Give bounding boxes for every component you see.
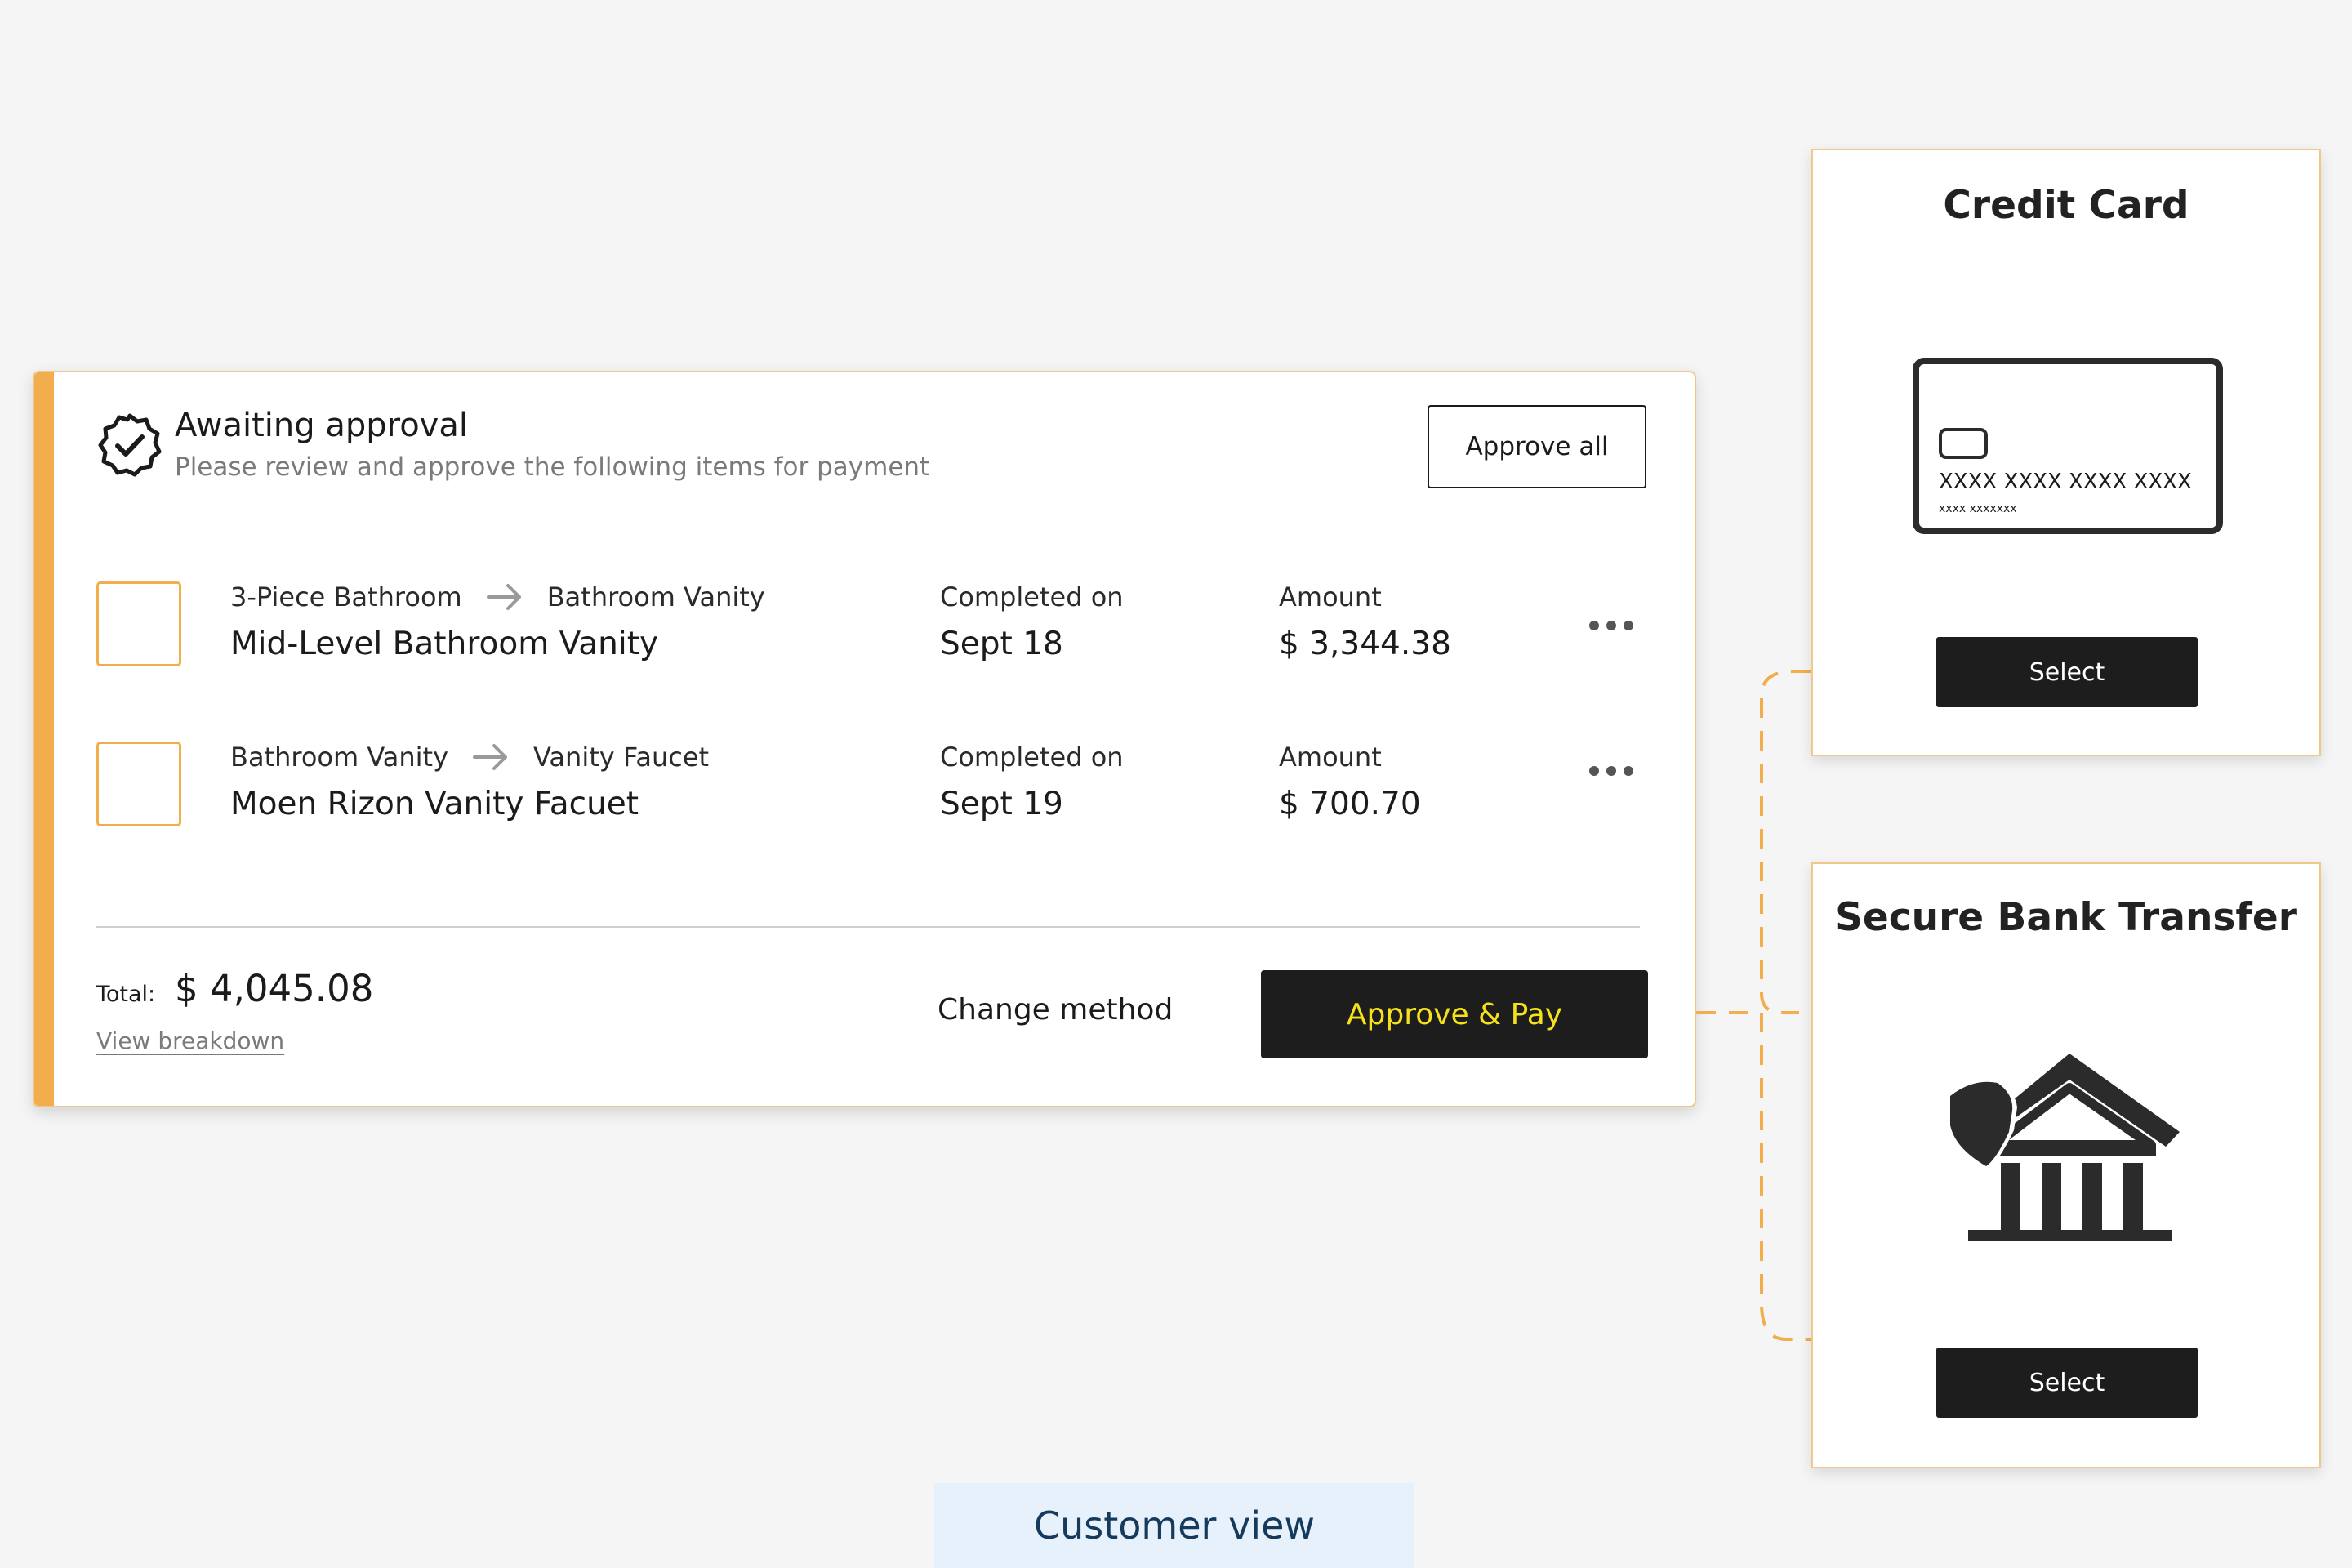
verified-badge-icon [98,413,162,477]
breadcrumb-to: Vanity Faucet [533,742,710,773]
completed-label: Completed on [940,742,1124,773]
completed-date: Sept 19 [940,786,1063,822]
credit-card-option: Credit Card XXXX XXXX XXXX XXXX xxxx xxx… [1811,149,2321,756]
card-number: XXXX XXXX XXXX XXXX [1939,470,2192,494]
item-name: Mid-Level Bathroom Vanity [230,626,659,662]
bank-transfer-title: Secure Bank Transfer [1835,895,2297,940]
more-options-icon[interactable] [1588,763,1635,779]
item-name: Moen Rizon Vanity Facuet [230,786,639,822]
arrow-right-icon [486,584,521,610]
card-accent-bar [34,372,54,1106]
amount-label: Amount [1279,742,1382,773]
view-label-badge: Customer view [934,1483,1414,1568]
total-label: Total: [96,982,156,1007]
breadcrumb: Bathroom Vanity Vanity Faucet [230,742,709,773]
bank-transfer-option: Secure Bank Transfer Select [1811,862,2321,1468]
method-connector-lines [1696,670,1811,1341]
breadcrumb-to: Bathroom Vanity [546,581,765,612]
approve-all-button[interactable]: Approve all [1428,405,1646,488]
amount-label: Amount [1279,581,1382,612]
amount-value: $ 3,344.38 [1279,626,1451,662]
page-subtitle: Please review and approve the following … [175,452,930,482]
select-credit-card-button[interactable]: Select [1936,637,2198,707]
list-item: Bathroom Vanity Vanity Faucet Moen Rizon… [34,742,1695,840]
divider [96,926,1640,928]
breadcrumb-from: Bathroom Vanity [230,742,449,773]
list-item: 3-Piece Bathroom Bathroom Vanity Mid-Lev… [34,581,1695,679]
secure-bank-icon [1947,1054,2180,1241]
total-value: $ 4,045.08 [175,967,374,1010]
card-meta: xxxx xxxxxxx [1939,502,2017,515]
more-options-icon[interactable] [1588,617,1635,634]
select-bank-transfer-button[interactable]: Select [1936,1348,2198,1418]
credit-card-title: Credit Card [1943,183,2189,228]
arrow-right-icon [473,744,508,770]
approve-and-pay-button[interactable]: Approve & Pay [1261,970,1648,1058]
completed-date: Sept 18 [940,626,1063,662]
credit-card-icon: XXXX XXXX XXXX XXXX xxxx xxxxxxx [1913,358,2223,534]
approval-card: Awaiting approval Please review and appr… [33,371,1696,1107]
completed-label: Completed on [940,581,1124,612]
change-method-button[interactable]: Change method [938,993,1173,1027]
breadcrumb-from: 3-Piece Bathroom [230,581,462,612]
page-title: Awaiting approval [175,407,468,444]
item-checkbox[interactable] [96,581,181,666]
view-breakdown-link[interactable]: View breakdown [96,1027,284,1054]
breadcrumb: 3-Piece Bathroom Bathroom Vanity [230,581,765,612]
amount-value: $ 700.70 [1279,786,1421,822]
item-checkbox[interactable] [96,742,181,826]
